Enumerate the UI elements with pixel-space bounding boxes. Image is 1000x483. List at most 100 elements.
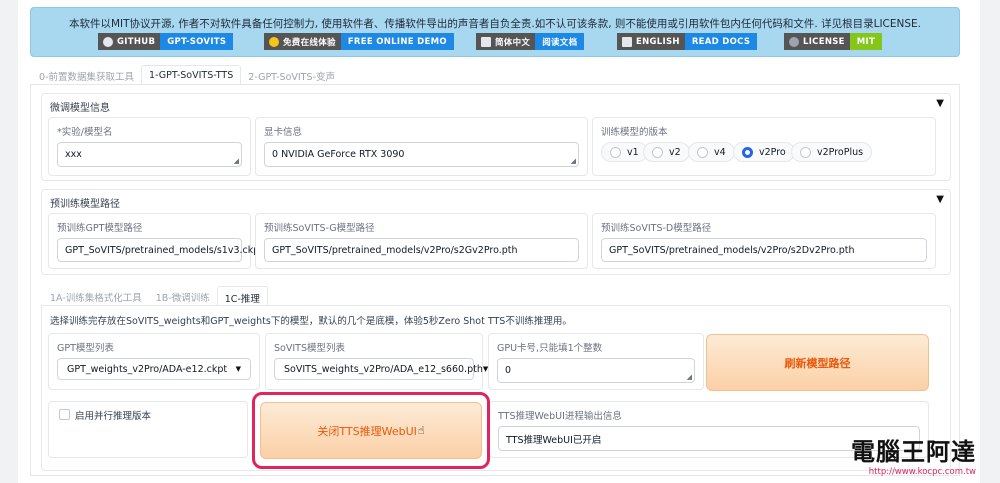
radio-label: v4 [714, 146, 726, 158]
tab-dataset-tools[interactable]: 0-前置数据集获取工具 [32, 65, 141, 85]
badge-value: READ DOCS [684, 33, 758, 50]
badge-label: ENGLISH [636, 36, 680, 47]
online-demo-badge[interactable]: 免费在线体验 FREE ONLINE DEMO [264, 33, 454, 50]
radio-label: v2 [669, 146, 681, 158]
tab-dataset-format[interactable]: 1A-训练集格式化工具 [43, 286, 149, 306]
pretrained-sovits-d-field: 预训练SoVITS-D模型路径 GPT_SoVITS/pretrained_mo… [592, 213, 936, 269]
radio-v2proplus[interactable]: v2ProPlus [791, 142, 873, 162]
input-value: 0 NVIDIA GeForce RTX 3090 [272, 149, 405, 160]
badge-value: MIT [849, 33, 883, 50]
parallel-inference-checkbox[interactable] [59, 409, 70, 420]
github-icon [103, 36, 113, 47]
field-label: *实验/模型名 [57, 127, 113, 138]
field-label: TTS推理WebUI进程输出信息 [498, 411, 622, 422]
parallel-inference-field: 启用并行推理版本 [48, 401, 248, 458]
radio-v2[interactable]: v2 [643, 142, 690, 162]
input-value: GPT_SoVITS/pretrained_models/s1v3.ckpt [65, 244, 264, 256]
badge-label: 简体中文 [495, 37, 531, 48]
watermark-title: 電腦王阿達 [851, 438, 976, 466]
tts-panel: 微调模型信息 ▼ *实验/模型名 xxx ◢ 显卡信息 0 NVIDIA GeFo… [30, 84, 960, 476]
exp-name-input[interactable]: xxx ◢ [57, 142, 242, 167]
gpt-model-select[interactable]: GPT_weights_v2Pro/ADA-e12.ckpt ▼ [57, 358, 251, 380]
tab-inference[interactable]: 1C-推理 [216, 286, 268, 306]
gpu-info-field: 显卡信息 0 NVIDIA GeForce RTX 3090 ◢ [255, 117, 588, 176]
pretrained-sovits-g-field: 预训练SoVITS-G模型路径 GPT_SoVITS/pretrained_mo… [255, 213, 588, 269]
radio-label: v2ProPlus [817, 146, 864, 158]
field-label: 预训练SoVITS-D模型路径 [601, 223, 712, 234]
input-value: TTS推理WebUI已开启 [506, 434, 602, 446]
tab-voice-changer[interactable]: 2-GPT-SoVITS-变声 [241, 65, 342, 85]
top-tab-bar: 0-前置数据集获取工具 1-GPT-SoVITS-TTS 2-GPT-SoVIT… [32, 65, 342, 85]
input-value: 0 [505, 365, 512, 376]
field-label: GPT模型列表 [57, 343, 114, 354]
checkbox-label: 启用并行推理版本 [75, 411, 152, 422]
gpu-id-input[interactable]: 0 ◢ [497, 358, 695, 383]
select-value: GPT_weights_v2Pro/ADA-e12.ckpt [67, 363, 228, 375]
section-title: 微调模型信息 [50, 103, 110, 114]
field-label: 显卡信息 [264, 127, 303, 138]
select-value: SoVITS_weights_v2Pro/ADA_e12_s660.pth [284, 363, 483, 375]
input-value: GPT_SoVITS/pretrained_models/v2Pro/s2Gv2… [272, 244, 518, 256]
docs-en-badge[interactable]: ENGLISH READ DOCS [617, 33, 758, 50]
pretrained-gpt-input[interactable]: GPT_SoVITS/pretrained_models/s1v3.ckpt [57, 238, 263, 262]
watermark: 電腦王阿達 http://www.kocpc.com.tw [851, 432, 976, 477]
resize-grip-icon[interactable]: ◢ [234, 157, 239, 165]
github-badge[interactable]: GITHUB GPT-SOVITS [98, 33, 234, 50]
field-label: 训练模型的版本 [601, 127, 668, 138]
badge-label: 免费在线体验 [283, 37, 336, 48]
radio-dot [697, 146, 708, 158]
badge-label: LICENSE [803, 36, 845, 47]
finetune-section: 微调模型信息 ▼ *实验/模型名 xxx ◢ 显卡信息 0 NVIDIA GeFo… [41, 93, 951, 181]
sovits-model-list-field: SoVITS模型列表 SoVITS_weights_v2Pro/ADA_e12_… [265, 333, 488, 390]
exp-name-field: *实验/模型名 xxx ◢ [48, 117, 251, 176]
pretrained-section: 预训练模型路径 ▼ 预训练GPT模型路径 GPT_SoVITS/pretrain… [41, 189, 951, 275]
hug-icon [269, 36, 279, 47]
pretrained-sovits-g-input[interactable]: GPT_SoVITS/pretrained_models/v2Pro/s2Gv2… [264, 238, 579, 262]
license-badge[interactable]: LICENSE MIT [784, 33, 883, 50]
collapse-icon[interactable]: ▼ [936, 194, 944, 205]
radio-v2pro[interactable]: v2Pro [733, 142, 795, 162]
gpu-id-field: GPU卡号,只能填1个整数 0 ◢ [488, 333, 704, 390]
sovits-model-select[interactable]: SoVITS_weights_v2Pro/ADA_e12_s660.pth ▼ [274, 358, 488, 380]
resize-grip-icon[interactable]: ◢ [571, 157, 576, 165]
gpu-info-input[interactable]: 0 NVIDIA GeForce RTX 3090 ◢ [264, 142, 579, 167]
section-title: 预训练模型路径 [50, 199, 120, 210]
refresh-model-paths-button[interactable]: 刷新模型路径 [706, 334, 929, 391]
watermark-url: http://www.kocpc.com.tw [868, 467, 976, 477]
radio-dot [610, 146, 621, 158]
field-label: SoVITS模型列表 [274, 343, 345, 354]
gpt-model-list-field: GPT模型列表 GPT_weights_v2Pro/ADA-e12.ckpt ▼ [48, 333, 260, 390]
radio-dot-selected [742, 146, 753, 158]
highlight-box [252, 392, 490, 469]
radio-label: v1 [627, 146, 639, 158]
resize-grip-icon[interactable]: ◢ [687, 373, 692, 381]
radio-label: v2Pro [759, 146, 786, 158]
radio-v1[interactable]: v1 [601, 142, 648, 162]
doc-icon [481, 36, 491, 47]
radio-dot [800, 146, 811, 158]
badge-label: GITHUB [117, 36, 156, 47]
webui-page: 本软件以MIT协议开源, 作者不对软件具备任何控制力, 使用软件者、传播软件导出… [18, 0, 980, 483]
pretrained-sovits-d-input[interactable]: GPT_SoVITS/pretrained_models/v2Pro/s2Dv2… [601, 238, 927, 262]
inference-section: 选择训练完存放在SoVITS_weights和GPT_weights下的模型，默… [41, 305, 951, 471]
tab-gpt-sovits-tts[interactable]: 1-GPT-SoVITS-TTS [140, 65, 242, 85]
model-version-field: 训练模型的版本 v1 v2 v4 v2Pro v2ProPlus [592, 117, 936, 176]
license-icon [789, 36, 799, 47]
license-notice: 本软件以MIT协议开源, 作者不对软件具备任何控制力, 使用软件者、传播软件导出… [68, 18, 921, 30]
sub-tab-bar: 1A-训练集格式化工具 1B-微调训练 1C-推理 [43, 286, 268, 306]
doc-icon [622, 36, 632, 47]
badge-value: GPT-SOVITS [160, 33, 234, 50]
radio-dot [652, 146, 663, 158]
inference-description: 选择训练完存放在SoVITS_weights和GPT_weights下的模型，默… [50, 316, 572, 327]
tab-finetune-train[interactable]: 1B-微调训练 [149, 286, 217, 306]
field-label: 预训练GPT模型路径 [57, 223, 143, 234]
docs-zh-badge[interactable]: 简体中文 阅读文档 [476, 33, 585, 50]
input-value: GPT_SoVITS/pretrained_models/v2Pro/s2Dv2… [609, 244, 855, 256]
dropdown-arrow-icon: ▼ [235, 365, 241, 373]
badge-value: 阅读文档 [535, 33, 585, 50]
badge-value: FREE ONLINE DEMO [340, 33, 454, 50]
input-value: xxx [65, 149, 82, 160]
collapse-icon[interactable]: ▼ [936, 98, 944, 109]
radio-v4[interactable]: v4 [688, 142, 735, 162]
field-label: GPU卡号,只能填1个整数 [497, 343, 603, 354]
